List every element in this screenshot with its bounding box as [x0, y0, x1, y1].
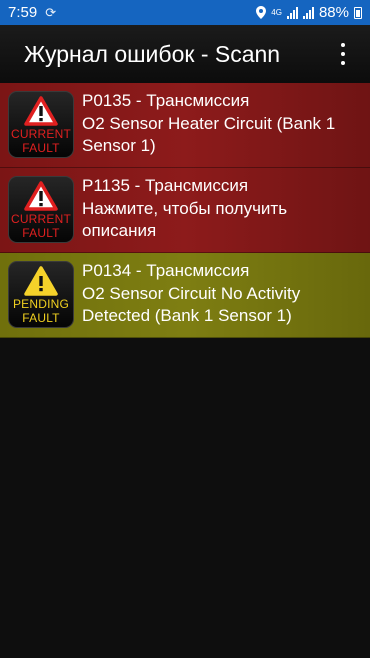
badge-line2: FAULT [22, 141, 60, 155]
fault-row[interactable]: CURRENT FAULT P0135 - Трансмиссия O2 Sen… [0, 83, 370, 168]
signal-icon [286, 6, 298, 19]
badge-line1: PENDING [12, 297, 70, 311]
pending-fault-badge: PENDING FAULT [8, 261, 74, 328]
signal-icon-2 [302, 6, 314, 19]
location-icon [256, 6, 267, 19]
warning-icon [24, 96, 58, 126]
badge-line2: FAULT [22, 311, 60, 325]
fault-description: O2 Sensor Heater Circuit (Bank 1 Sensor … [82, 114, 336, 155]
app-bar: Журнал ошибок - Scann [0, 25, 370, 83]
status-icons: 4G 88% [256, 4, 362, 21]
badge-line2: FAULT [22, 226, 60, 240]
fault-code: P0135 - Трансмиссия [82, 91, 250, 110]
fault-code: P1135 - Трансмиссия [82, 176, 249, 195]
battery-icon [354, 6, 362, 19]
battery-percent: 88% [318, 4, 349, 21]
fault-row[interactable]: CURRENT FAULT P1135 - Трансмиссия Нажмит… [0, 168, 370, 253]
warning-icon [24, 266, 58, 296]
status-bar: 7:59 ⟳ 4G 88% [0, 0, 370, 25]
fault-code: P0134 - Трансмиссия [82, 261, 250, 280]
badge-line1: CURRENT [10, 127, 72, 141]
fault-list: CURRENT FAULT P0135 - Трансмиссия O2 Sen… [0, 83, 370, 338]
fault-description: Нажмите, чтобы получить описания [82, 199, 288, 240]
fault-description: O2 Sensor Circuit No Activity Detected (… [82, 284, 301, 325]
network-type-label: 4G [271, 7, 282, 17]
app-title: Журнал ошибок - Scann [24, 40, 281, 67]
sync-icon: ⟳ [45, 4, 57, 20]
badge-line1: CURRENT [10, 212, 72, 226]
fault-row[interactable]: PENDING FAULT P0134 - Трансмиссия O2 Sen… [0, 253, 370, 338]
current-fault-badge: CURRENT FAULT [8, 176, 74, 243]
warning-icon [24, 181, 58, 211]
status-time: 7:59 [8, 4, 38, 21]
current-fault-badge: CURRENT FAULT [8, 91, 74, 158]
overflow-menu-icon[interactable] [340, 43, 346, 65]
